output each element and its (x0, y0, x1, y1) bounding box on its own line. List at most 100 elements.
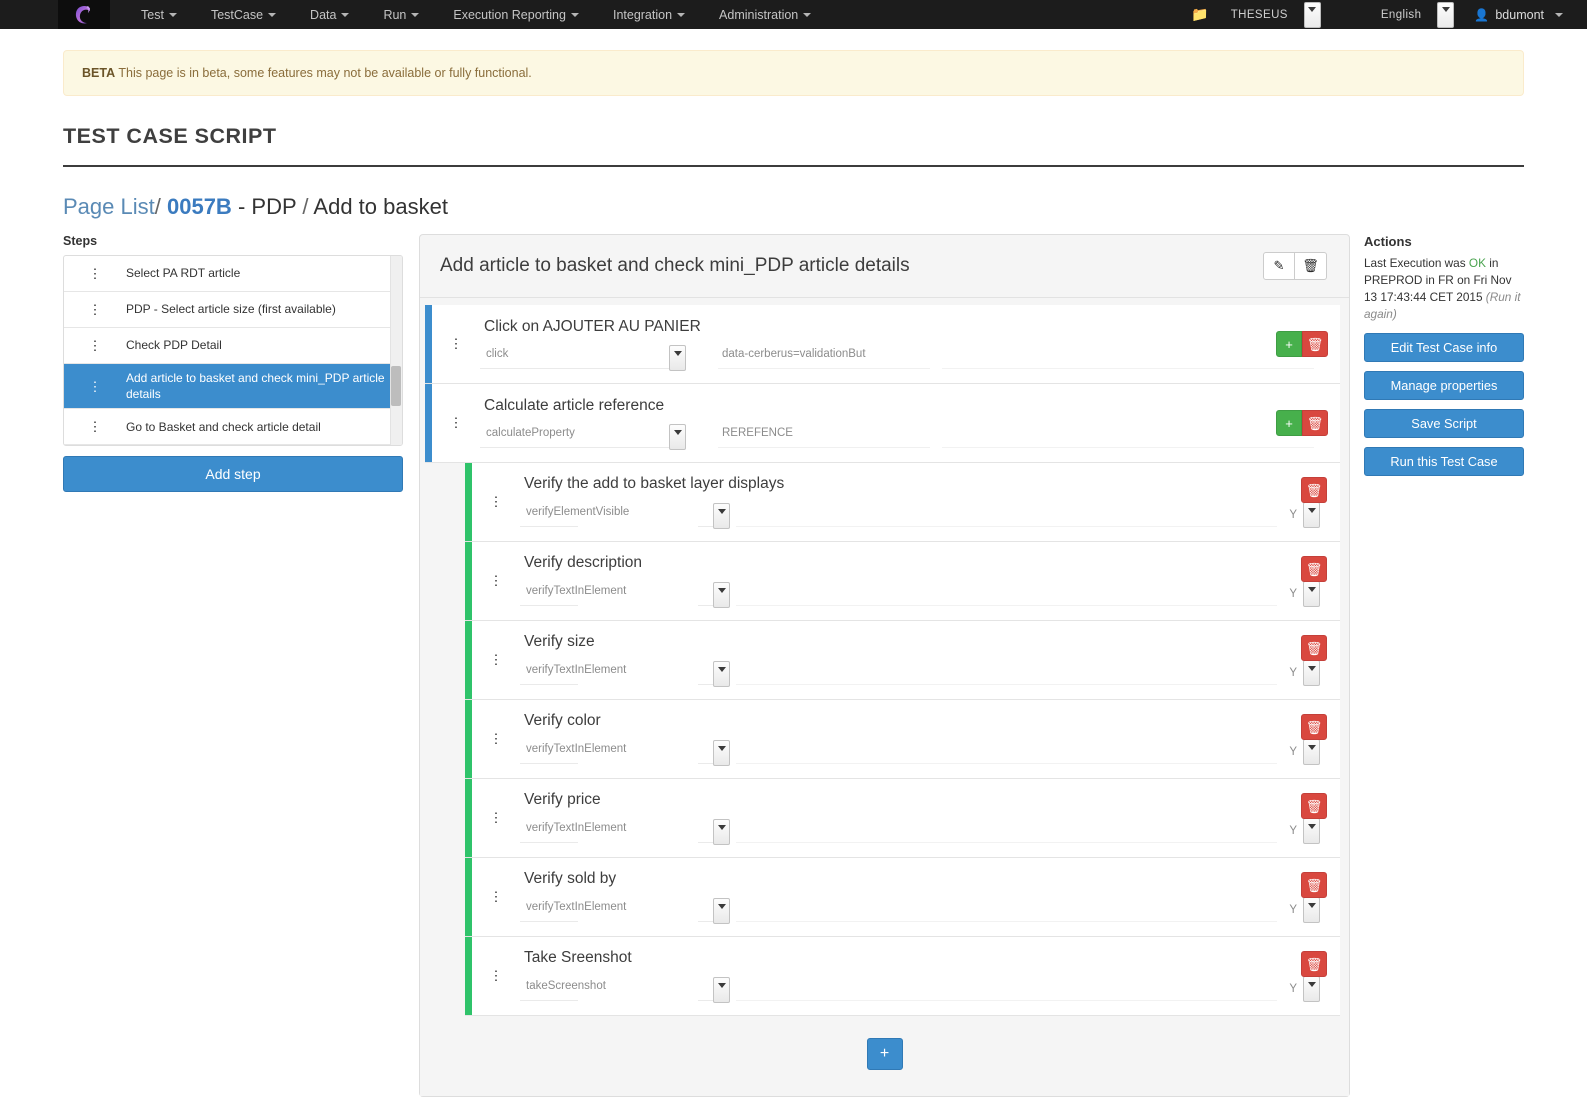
control-type-select[interactable]: takeScreenshot (520, 976, 606, 1001)
system-dropdown-arrow[interactable] (1303, 1, 1321, 28)
drag-handle-icon[interactable]: ⋮ (472, 968, 520, 983)
step-item-4[interactable]: ⋮ Go to Basket and check article detail (64, 409, 402, 446)
control-operator-select[interactable] (698, 739, 730, 766)
control-value-input[interactable] (736, 819, 1278, 843)
delete-control-button[interactable]: 🗑 (1301, 635, 1327, 661)
control-operator-select[interactable] (698, 660, 730, 687)
chevron-down-icon[interactable] (1303, 817, 1320, 844)
delete-control-button[interactable]: 🗑 (1301, 793, 1327, 819)
delete-control-button[interactable]: 🗑 (1301, 714, 1327, 740)
delete-control-button[interactable]: 🗑 (1301, 872, 1327, 898)
nav-item-integration[interactable]: Integration (596, 2, 702, 28)
delete-control-button[interactable]: 🗑 (1301, 477, 1327, 503)
language-selector[interactable]: English (1381, 1, 1455, 28)
action-value1-input[interactable]: data-cerberus=validationBut (718, 344, 930, 369)
breadcrumb-test-id[interactable]: 0057B (167, 194, 232, 219)
control-fatal-select[interactable]: Y (1289, 817, 1320, 844)
chevron-down-icon[interactable] (1303, 659, 1320, 686)
chevron-down-icon[interactable] (1303, 896, 1320, 923)
control-type-select[interactable]: verifyTextInElement (520, 739, 626, 764)
step-item-2[interactable]: ⋮ Check PDP Detail (64, 328, 402, 364)
action-value2-input[interactable] (942, 345, 1314, 369)
control-value-input[interactable] (736, 977, 1278, 1001)
control-value-input[interactable] (736, 898, 1278, 922)
drag-handle-icon[interactable]: ⋮ (64, 420, 126, 433)
control-type-select[interactable]: verifyTextInElement (520, 660, 626, 685)
control-type-select[interactable]: verifyTextInElement (520, 897, 626, 922)
step-item-0[interactable]: ⋮ Select PA RDT article (64, 256, 402, 292)
action-value2-input[interactable] (942, 424, 1314, 448)
chevron-down-icon[interactable] (713, 660, 730, 687)
drag-handle-icon[interactable]: ⋮ (472, 731, 520, 746)
control-type-select[interactable]: verifyElementVisible (520, 502, 629, 527)
breadcrumb-page-list[interactable]: Page List (63, 194, 155, 219)
add-step-button[interactable]: Add step (63, 456, 403, 493)
nav-item-administration[interactable]: Administration (702, 2, 828, 28)
control-operator-select[interactable] (698, 897, 730, 924)
control-fatal-select[interactable]: Y (1289, 659, 1320, 686)
drag-handle-icon[interactable]: ⋮ (64, 303, 126, 316)
run-this-test-case-button[interactable]: Run this Test Case (1364, 447, 1524, 477)
nav-item-test[interactable]: Test (124, 2, 194, 28)
drag-handle-icon[interactable]: ⋮ (64, 339, 126, 352)
nav-item-run[interactable]: Run (366, 2, 436, 28)
edit-step-button[interactable]: ✎ (1263, 252, 1295, 280)
control-operator-select[interactable] (698, 976, 730, 1003)
save-script-button[interactable]: Save Script (1364, 409, 1524, 439)
action-value1-input[interactable]: REREFENCE (718, 423, 930, 448)
control-fatal-select[interactable]: Y (1289, 975, 1320, 1002)
action-type-select[interactable]: calculateProperty (480, 423, 686, 450)
chevron-down-icon[interactable] (713, 976, 730, 1003)
step-item-3[interactable]: ⋮ Add article to basket and check mini_P… (64, 364, 402, 410)
drag-handle-icon[interactable]: ⋮ (472, 494, 520, 509)
drag-handle-icon[interactable]: ⋮ (64, 380, 126, 393)
delete-step-button[interactable]: 🗑 (1295, 252, 1327, 280)
add-action-button[interactable]: + (1276, 410, 1302, 436)
drag-handle-icon[interactable]: ⋮ (432, 336, 480, 351)
chevron-down-icon[interactable] (713, 739, 730, 766)
steps-scrollbar[interactable] (390, 256, 402, 446)
control-operator-select[interactable] (698, 581, 730, 608)
control-fatal-select[interactable]: Y (1289, 501, 1320, 528)
control-value-input[interactable] (736, 503, 1278, 527)
chevron-down-icon[interactable] (713, 818, 730, 845)
add-action-row-button[interactable]: + (866, 1038, 903, 1070)
drag-handle-icon[interactable]: ⋮ (472, 652, 520, 667)
control-operator-select[interactable] (698, 502, 730, 529)
control-value-input[interactable] (736, 740, 1278, 764)
cerberus-logo-icon[interactable] (58, 0, 110, 29)
manage-properties-button[interactable]: Manage properties (1364, 371, 1524, 401)
control-value-input[interactable] (736, 582, 1278, 606)
chevron-down-icon[interactable] (669, 423, 686, 450)
control-value-input[interactable] (736, 661, 1278, 685)
system-selector[interactable]: THESEUS (1231, 1, 1321, 28)
control-operator-select[interactable] (698, 818, 730, 845)
chevron-down-icon[interactable] (1303, 580, 1320, 607)
chevron-down-icon[interactable] (1303, 738, 1320, 765)
delete-action-button[interactable]: 🗑 (1302, 331, 1328, 357)
folder-icon[interactable]: 📁 (1191, 6, 1208, 23)
control-fatal-select[interactable]: Y (1289, 738, 1320, 765)
control-type-select[interactable]: verifyTextInElement (520, 581, 626, 606)
drag-handle-icon[interactable]: ⋮ (472, 810, 520, 825)
chevron-down-icon[interactable] (669, 344, 686, 371)
control-type-select[interactable]: verifyTextInElement (520, 818, 626, 843)
chevron-down-icon[interactable] (1303, 501, 1320, 528)
delete-action-button[interactable]: 🗑 (1302, 410, 1328, 436)
drag-handle-icon[interactable]: ⋮ (472, 889, 520, 904)
chevron-down-icon[interactable] (713, 581, 730, 608)
user-menu[interactable]: 👤 bdumont (1454, 2, 1579, 28)
add-action-button[interactable]: + (1276, 331, 1302, 357)
nav-item-execution-reporting[interactable]: Execution Reporting (436, 2, 596, 28)
delete-control-button[interactable]: 🗑 (1301, 951, 1327, 977)
delete-control-button[interactable]: 🗑 (1301, 556, 1327, 582)
drag-handle-icon[interactable]: ⋮ (64, 267, 126, 280)
edit-test-case-info-button[interactable]: Edit Test Case info (1364, 333, 1524, 363)
nav-item-data[interactable]: Data (293, 2, 366, 28)
control-fatal-select[interactable]: Y (1289, 896, 1320, 923)
chevron-down-icon[interactable] (1303, 975, 1320, 1002)
chevron-down-icon[interactable] (713, 502, 730, 529)
control-fatal-select[interactable]: Y (1289, 580, 1320, 607)
action-type-select[interactable]: click (480, 344, 686, 371)
step-item-1[interactable]: ⋮ PDP - Select article size (first avail… (64, 292, 402, 328)
